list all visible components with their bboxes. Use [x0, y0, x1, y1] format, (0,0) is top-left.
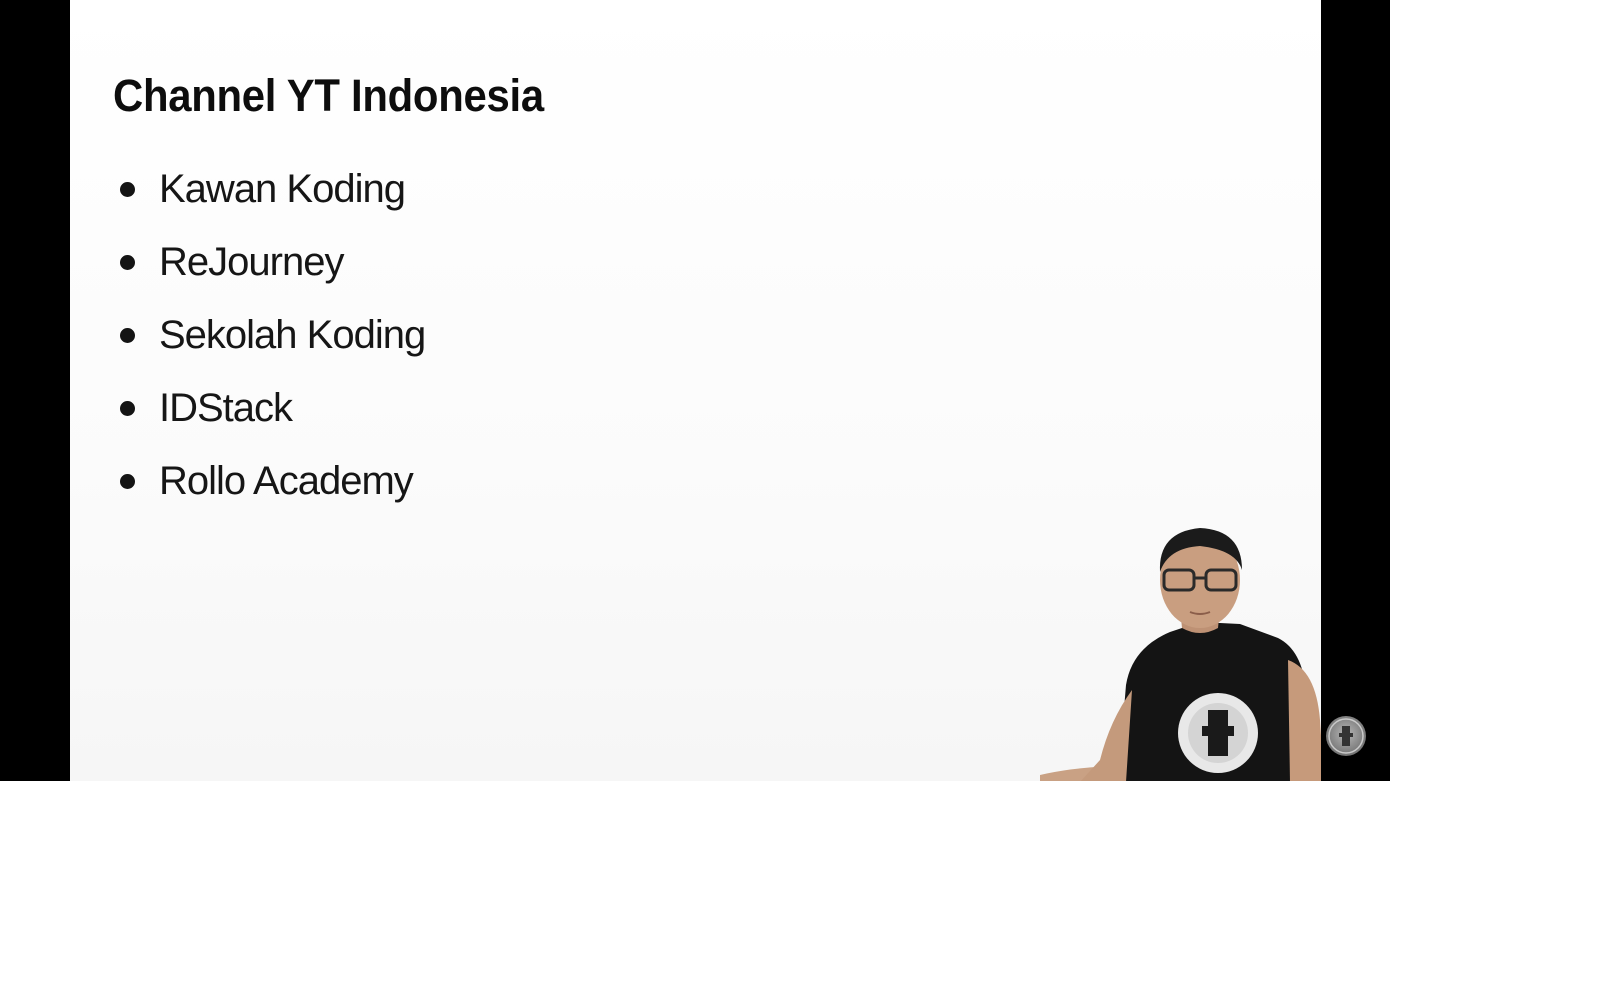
bullet-item-sekolah-koding: Sekolah Koding [120, 312, 426, 385]
presenter-webcam [1040, 520, 1321, 781]
video-player[interactable]: Channel YT Indonesia Kawan Koding ReJour… [0, 0, 1390, 781]
presenter-figure [1040, 528, 1321, 781]
slide-title: Channel YT Indonesia [113, 70, 544, 121]
watermark-glyph [1328, 718, 1364, 754]
bullet-list: Kawan Koding ReJourney Sekolah Koding ID… [120, 166, 426, 531]
bullet-dot [120, 328, 135, 343]
bullet-item-kawan-koding: Kawan Koding [120, 166, 425, 239]
presentation-slide: Channel YT Indonesia Kawan Koding ReJour… [70, 0, 1321, 781]
bullet-text: Kawan Koding [159, 167, 406, 211]
bullet-text: ReJourney [159, 240, 344, 284]
bullet-text: Sekolah Koding [159, 313, 426, 357]
bullet-text: Rollo Academy [159, 459, 414, 503]
below-player-area [0, 781, 1608, 1000]
bullet-item-rejourney: ReJourney [120, 239, 425, 312]
bullet-item-rollo-academy: Rollo Academy [120, 458, 425, 531]
bullet-text: IDStack [159, 386, 293, 430]
page: Channel YT Indonesia Kawan Koding ReJour… [0, 0, 1608, 1000]
channel-watermark-icon[interactable] [1326, 716, 1366, 756]
bullet-dot [120, 182, 135, 197]
bullet-dot [120, 255, 135, 270]
bullet-dot [120, 401, 135, 416]
bullet-item-idstack: IDStack [120, 385, 425, 458]
bullet-dot [120, 474, 135, 489]
